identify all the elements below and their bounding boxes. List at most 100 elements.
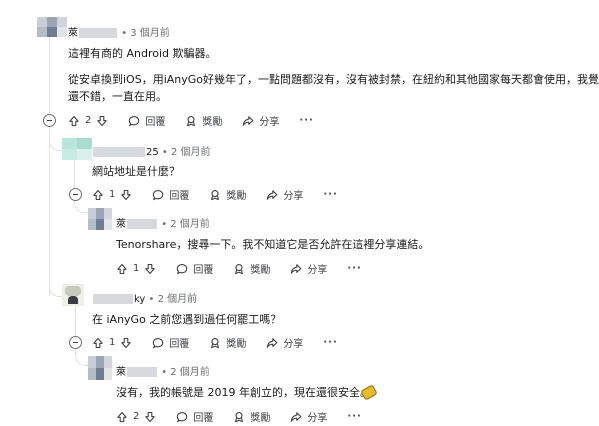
vote-group: 2: [68, 115, 108, 127]
reply-label: 回覆: [169, 339, 190, 350]
collapse-button[interactable]: [43, 114, 56, 127]
reply-label: 回覆: [169, 191, 190, 202]
award-label: 獎勵: [202, 117, 223, 128]
speech-bubble-icon: [176, 411, 188, 423]
avatar[interactable]: [37, 17, 67, 37]
comment-line: 沒有，我的帳號是 2019 年創立的，現在還很安全。: [116, 386, 371, 399]
arrow-down-icon[interactable]: [120, 189, 132, 201]
arrow-up-icon[interactable]: [68, 115, 80, 127]
timestamp: • 2 個月前: [161, 147, 211, 158]
arrow-down-icon[interactable]: [144, 263, 156, 275]
share-label: 分享: [283, 339, 304, 350]
share-button[interactable]: 分享: [266, 187, 303, 202]
arrow-up-icon[interactable]: [92, 189, 104, 201]
more-options-button[interactable]: ···: [347, 411, 361, 422]
share-label: 分享: [307, 265, 328, 276]
comment-line: 還不錯，一直在用。: [68, 90, 167, 103]
arrow-up-icon[interactable]: [92, 337, 104, 349]
vote-group: 2: [116, 411, 156, 423]
comment-header: ky • 2 個月前: [92, 290, 197, 305]
share-button[interactable]: 分享: [242, 113, 279, 128]
share-icon: [242, 115, 254, 127]
comment-header: 萊 • 2 個月前: [116, 215, 210, 230]
redacted-username: [127, 367, 157, 377]
arrow-down-icon[interactable]: [120, 337, 132, 349]
more-options-button[interactable]: ···: [347, 263, 361, 274]
reply-label: 回覆: [193, 265, 214, 276]
avatar[interactable]: [88, 208, 112, 230]
thread-line-root: [49, 36, 50, 296]
comment-line: [68, 62, 599, 71]
share-button[interactable]: 分享: [266, 335, 303, 350]
share-icon: [290, 411, 302, 423]
username[interactable]: 萊: [116, 219, 126, 230]
collapse-button[interactable]: [69, 336, 82, 349]
comment-line: 從安卓換到iOS，用iAnyGo好幾年了，一點問題都沒有，沒有被封禁，在紐約和其…: [68, 73, 599, 86]
arrow-down-icon[interactable]: [96, 115, 108, 127]
award-icon: [209, 337, 221, 349]
share-icon: [266, 337, 278, 349]
reply-button[interactable]: 回覆: [152, 335, 189, 350]
timestamp: • 2 個月前: [148, 294, 198, 305]
more-options-button[interactable]: ···: [323, 337, 337, 348]
comment-actions: 1 回覆 獎勵 分享 ···: [92, 335, 358, 350]
comment-actions: 1 回覆 獎勵 分享 ···: [92, 187, 358, 202]
redacted-username: [127, 219, 157, 229]
award-label: 獎勵: [226, 339, 247, 350]
reply-button[interactable]: 回覆: [176, 409, 213, 424]
username[interactable]: 萊: [116, 367, 126, 378]
share-icon: [290, 263, 302, 275]
vote-count: 2: [85, 115, 92, 126]
collapse-button[interactable]: [69, 188, 82, 201]
username[interactable]: ky: [134, 294, 145, 305]
redacted-username: [93, 147, 145, 157]
award-button[interactable]: 獎勵: [209, 335, 246, 350]
speech-bubble-icon: [152, 189, 164, 201]
comment-header: 萊 • 3 個月前: [68, 24, 170, 39]
award-button[interactable]: 獎勵: [185, 113, 222, 128]
timestamp: • 3 個月前: [121, 28, 170, 39]
avatar[interactable]: [62, 138, 92, 160]
comment-actions: 2 回覆 獎勵 分享 ···: [68, 113, 334, 128]
share-icon: [266, 189, 278, 201]
username[interactable]: 25: [146, 147, 159, 158]
more-options-button[interactable]: ···: [299, 115, 313, 126]
more-options-button[interactable]: ···: [323, 189, 337, 200]
arrow-up-icon[interactable]: [116, 263, 128, 275]
comment-body: 網站地址是什麼？: [92, 163, 180, 180]
award-button[interactable]: 獎勵: [233, 261, 270, 276]
comment-body: 這裡有商的 Android 欺騙器。 從安卓換到iOS，用iAnyGo好幾年了，…: [68, 45, 599, 105]
avatar[interactable]: [88, 356, 112, 380]
share-button[interactable]: 分享: [290, 409, 327, 424]
reply-button[interactable]: 回覆: [128, 113, 165, 128]
comment-line: 網站地址是什麼？: [92, 165, 180, 178]
award-button[interactable]: 獎勵: [233, 409, 270, 424]
vote-count: 1: [109, 189, 116, 200]
award-button[interactable]: 獎勵: [209, 187, 246, 202]
vote-count: 1: [109, 337, 116, 348]
share-label: 分享: [283, 191, 304, 202]
speech-bubble-icon: [152, 337, 164, 349]
vote-group: 1: [92, 189, 132, 201]
award-icon: [185, 115, 197, 127]
redacted-username: [93, 294, 133, 304]
award-label: 獎勵: [250, 265, 271, 276]
share-button[interactable]: 分享: [290, 261, 327, 276]
username[interactable]: 萊: [68, 28, 78, 39]
arrow-up-icon[interactable]: [116, 411, 128, 423]
vote-group: 1: [92, 337, 132, 349]
award-label: 獎勵: [250, 413, 271, 424]
comment-line: Tenorshare，搜尋一下。我不知道它是否允許在這裡分享連結。: [116, 238, 430, 251]
reply-label: 回覆: [145, 117, 166, 128]
award-icon: [233, 411, 245, 423]
comment-body: Tenorshare，搜尋一下。我不知道它是否允許在這裡分享連結。: [116, 236, 429, 253]
comment-line: 這裡有商的 Android 欺騙器。: [68, 47, 217, 60]
reply-button[interactable]: 回覆: [176, 261, 213, 276]
reply-button[interactable]: 回覆: [152, 187, 189, 202]
arrow-down-icon[interactable]: [144, 411, 156, 423]
vote-group: 1: [116, 263, 156, 275]
comment-line: 在 iAnyGo 之前您遇到過任何罷工嗎？: [92, 313, 282, 326]
avatar[interactable]: [62, 284, 84, 306]
timestamp: • 2 個月前: [161, 367, 210, 378]
redacted-username: [79, 28, 117, 38]
